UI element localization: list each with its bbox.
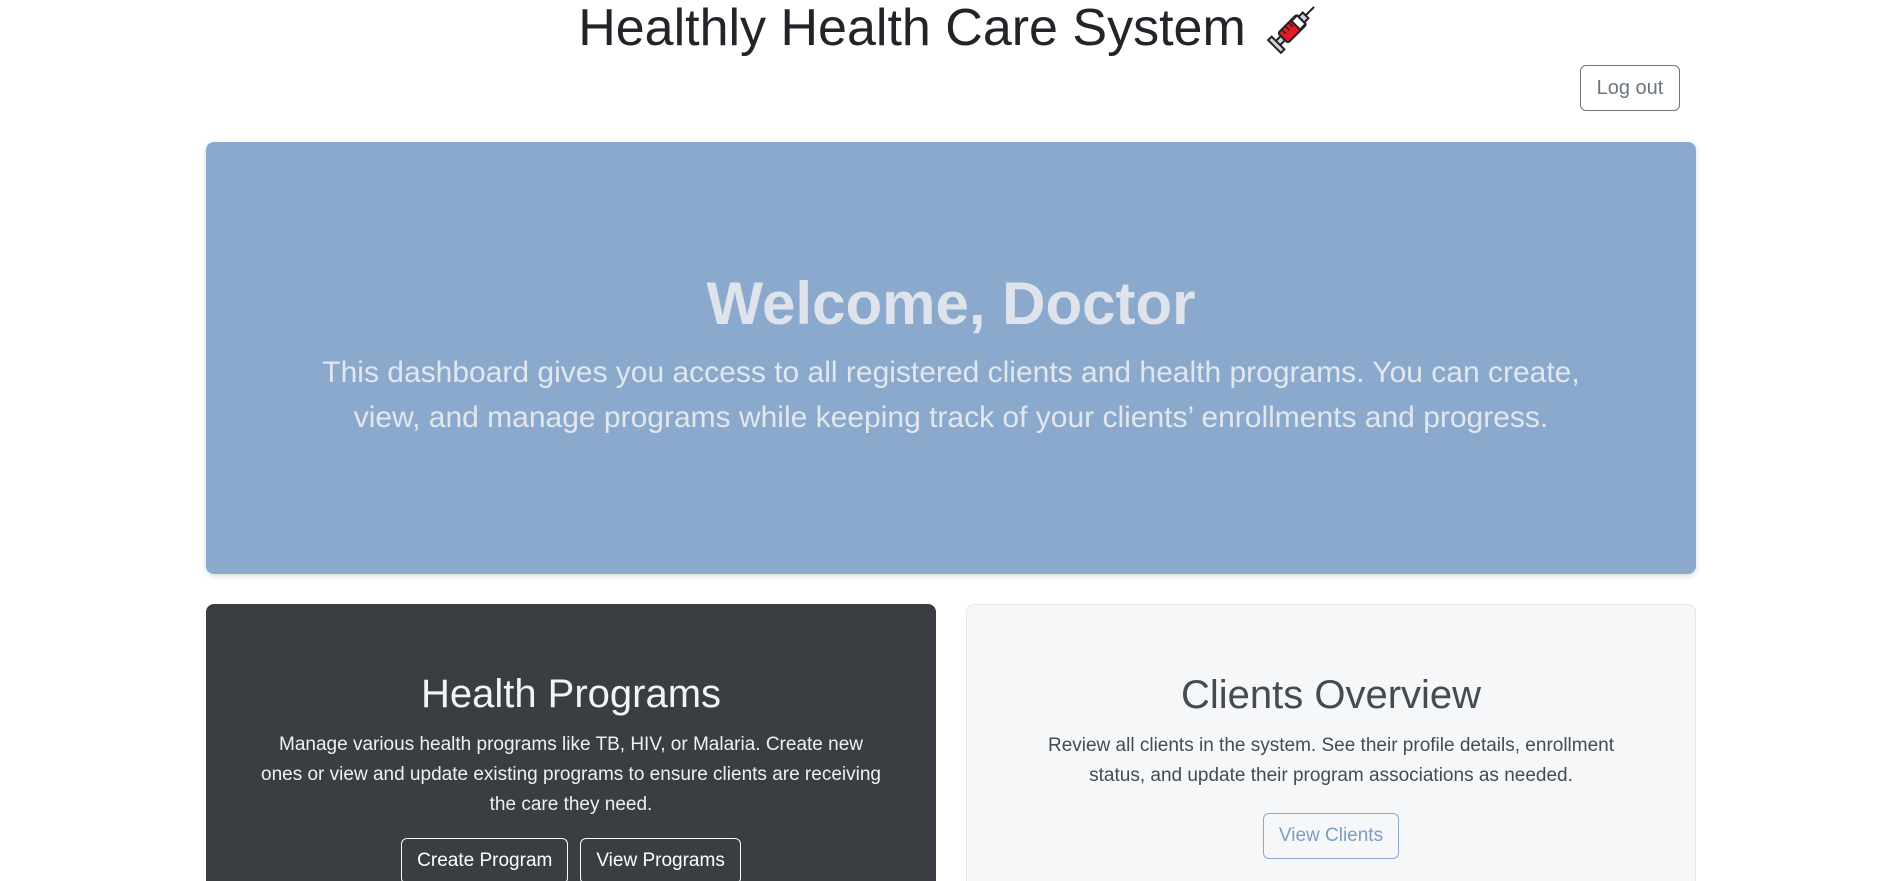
clients-overview-actions: View Clients bbox=[967, 813, 1695, 859]
health-programs-description: Manage various health programs like TB, … bbox=[261, 734, 881, 815]
welcome-description: This dashboard gives you access to all r… bbox=[322, 356, 1580, 434]
clients-overview-card: Clients Overview Review all clients in t… bbox=[966, 604, 1696, 881]
view-clients-button[interactable]: View Clients bbox=[1262, 813, 1400, 859]
view-programs-button[interactable]: View Programs bbox=[580, 838, 741, 881]
health-programs-card: Health Programs Manage various health pr… bbox=[206, 604, 936, 881]
health-programs-title: Health Programs bbox=[420, 672, 722, 716]
syringe-icon bbox=[1266, 0, 1324, 55]
logout-button[interactable]: Log out bbox=[1580, 65, 1680, 111]
clients-overview-description: Review all clients in the system. See th… bbox=[1047, 735, 1615, 786]
welcome-heading: Welcome, Doctor bbox=[706, 270, 1196, 337]
health-programs-actions: Create Program View Programs bbox=[206, 838, 936, 881]
create-program-button[interactable]: Create Program bbox=[401, 838, 569, 881]
page-title: Healthly Health Care System bbox=[578, 0, 1324, 56]
welcome-banner: Welcome, Doctor This dashboard gives you… bbox=[206, 142, 1696, 574]
header: Healthly Health Care System bbox=[0, 0, 1902, 60]
dashboard-page: Healthly Health Care System Log out Welc… bbox=[0, 0, 1902, 881]
app-title-text: Healthly Health Care System bbox=[578, 0, 1246, 57]
clients-overview-title: Clients Overview bbox=[1180, 673, 1482, 717]
